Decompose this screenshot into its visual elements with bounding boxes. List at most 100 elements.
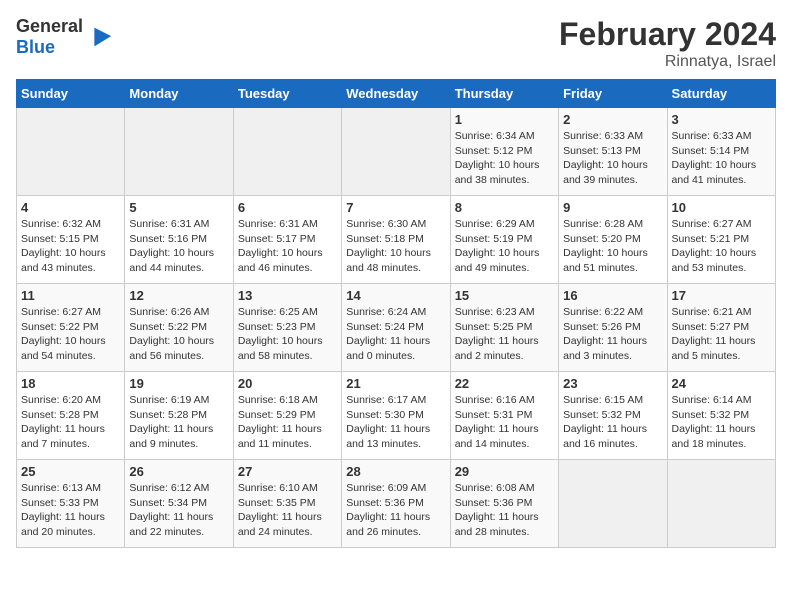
calendar-cell: 11 Sunrise: 6:27 AM Sunset: 5:22 PM Dayli…: [17, 284, 125, 372]
day-info: Sunrise: 6:17 AM Sunset: 5:30 PM Dayligh…: [346, 393, 445, 452]
calendar-cell: 15 Sunrise: 6:23 AM Sunset: 5:25 PM Dayli…: [450, 284, 558, 372]
calendar-cell: 3 Sunrise: 6:33 AM Sunset: 5:14 PM Daylig…: [667, 108, 775, 196]
calendar-cell: 4Sunrise: 6:32 AM Sunset: 5:15 PM Daylig…: [17, 196, 125, 284]
calendar-cell: [233, 108, 341, 196]
day-number: 15: [455, 288, 554, 303]
calendar-cell: 24Sunrise: 6:14 AM Sunset: 5:32 PM Dayli…: [667, 372, 775, 460]
day-number: 25: [21, 464, 120, 479]
month-title: February 2024: [559, 16, 776, 53]
day-number: 10: [672, 200, 771, 215]
day-number: 12: [129, 288, 228, 303]
day-number: 11: [21, 288, 120, 303]
day-info: Sunrise: 6:18 AM Sunset: 5:29 PM Dayligh…: [238, 393, 337, 452]
day-info: Sunrise: 6:21 AM Sunset: 5:27 PM Dayligh…: [672, 305, 771, 364]
logo-general: General: [16, 16, 83, 36]
header-cell-saturday: Saturday: [667, 80, 775, 108]
day-number: 20: [238, 376, 337, 391]
day-number: 29: [455, 464, 554, 479]
day-info: Sunrise: 6:22 AM Sunset: 5:26 PM Dayligh…: [563, 305, 662, 364]
day-info: Sunrise: 6:23 AM Sunset: 5:25 PM Dayligh…: [455, 305, 554, 364]
calendar-cell: 18 Sunrise: 6:20 AM Sunset: 5:28 PM Dayli…: [17, 372, 125, 460]
page-header: General Blue February 2024 Rinnatya, Isr…: [16, 16, 776, 71]
day-number: 17: [672, 288, 771, 303]
day-info: Sunrise: 6:34 AM Sunset: 5:12 PM Dayligh…: [455, 129, 554, 188]
day-info: Sunrise: 6:09 AM Sunset: 5:36 PM Dayligh…: [346, 481, 445, 540]
day-info: Sunrise: 6:27 AM Sunset: 5:21 PM Dayligh…: [672, 217, 771, 276]
day-number: 9: [563, 200, 662, 215]
day-number: 27: [238, 464, 337, 479]
week-row-5: 25 Sunrise: 6:13 AM Sunset: 5:33 PM Dayli…: [17, 460, 776, 548]
day-number: 5: [129, 200, 228, 215]
day-number: 3: [672, 112, 771, 127]
day-info: Sunrise: 6:08 AM Sunset: 5:36 PM Dayligh…: [455, 481, 554, 540]
location: Rinnatya, Israel: [559, 53, 776, 71]
day-info: Sunrise: 6:31 AM Sunset: 5:16 PM Dayligh…: [129, 217, 228, 276]
day-number: 28: [346, 464, 445, 479]
header-cell-thursday: Thursday: [450, 80, 558, 108]
day-number: 18: [21, 376, 120, 391]
calendar-cell: 23 Sunrise: 6:15 AM Sunset: 5:32 PM Dayli…: [559, 372, 667, 460]
day-info: Sunrise: 6:20 AM Sunset: 5:28 PM Dayligh…: [21, 393, 120, 452]
calendar-cell: [17, 108, 125, 196]
calendar-cell: 26Sunrise: 6:12 AM Sunset: 5:34 PM Dayli…: [125, 460, 233, 548]
header-cell-sunday: Sunday: [17, 80, 125, 108]
day-info: Sunrise: 6:28 AM Sunset: 5:20 PM Dayligh…: [563, 217, 662, 276]
header-cell-monday: Monday: [125, 80, 233, 108]
calendar-cell: 25 Sunrise: 6:13 AM Sunset: 5:33 PM Dayli…: [17, 460, 125, 548]
calendar-cell: 16 Sunrise: 6:22 AM Sunset: 5:26 PM Dayli…: [559, 284, 667, 372]
calendar-header: SundayMondayTuesdayWednesdayThursdayFrid…: [17, 80, 776, 108]
day-info: Sunrise: 6:26 AM Sunset: 5:22 PM Dayligh…: [129, 305, 228, 364]
calendar-cell: 20 Sunrise: 6:18 AM Sunset: 5:29 PM Dayli…: [233, 372, 341, 460]
day-number: 8: [455, 200, 554, 215]
day-info: Sunrise: 6:27 AM Sunset: 5:22 PM Dayligh…: [21, 305, 120, 364]
day-info: Sunrise: 6:32 AM Sunset: 5:15 PM Dayligh…: [21, 217, 120, 276]
day-number: 14: [346, 288, 445, 303]
week-row-1: 1 Sunrise: 6:34 AM Sunset: 5:12 PM Daylig…: [17, 108, 776, 196]
day-number: 23: [563, 376, 662, 391]
calendar-cell: [559, 460, 667, 548]
header-row: SundayMondayTuesdayWednesdayThursdayFrid…: [17, 80, 776, 108]
day-info: Sunrise: 6:33 AM Sunset: 5:14 PM Dayligh…: [672, 129, 771, 188]
calendar-body: 1 Sunrise: 6:34 AM Sunset: 5:12 PM Daylig…: [17, 108, 776, 548]
title-section: February 2024 Rinnatya, Israel: [559, 16, 776, 71]
header-cell-wednesday: Wednesday: [342, 80, 450, 108]
day-info: Sunrise: 6:30 AM Sunset: 5:18 PM Dayligh…: [346, 217, 445, 276]
calendar-cell: [667, 460, 775, 548]
calendar-cell: 2Sunrise: 6:33 AM Sunset: 5:13 PM Daylig…: [559, 108, 667, 196]
calendar-cell: 13 Sunrise: 6:25 AM Sunset: 5:23 PM Dayli…: [233, 284, 341, 372]
calendar-cell: [342, 108, 450, 196]
calendar-cell: 21 Sunrise: 6:17 AM Sunset: 5:30 PM Dayli…: [342, 372, 450, 460]
calendar-cell: 29 Sunrise: 6:08 AM Sunset: 5:36 PM Dayli…: [450, 460, 558, 548]
day-info: Sunrise: 6:16 AM Sunset: 5:31 PM Dayligh…: [455, 393, 554, 452]
day-info: Sunrise: 6:24 AM Sunset: 5:24 PM Dayligh…: [346, 305, 445, 364]
day-info: Sunrise: 6:13 AM Sunset: 5:33 PM Dayligh…: [21, 481, 120, 540]
day-info: Sunrise: 6:25 AM Sunset: 5:23 PM Dayligh…: [238, 305, 337, 364]
day-number: 21: [346, 376, 445, 391]
day-number: 16: [563, 288, 662, 303]
day-number: 6: [238, 200, 337, 215]
calendar-cell: 28 Sunrise: 6:09 AM Sunset: 5:36 PM Dayli…: [342, 460, 450, 548]
calendar-cell: 19Sunrise: 6:19 AM Sunset: 5:28 PM Dayli…: [125, 372, 233, 460]
day-number: 22: [455, 376, 554, 391]
calendar-cell: 17 Sunrise: 6:21 AM Sunset: 5:27 PM Dayli…: [667, 284, 775, 372]
calendar-cell: 5 Sunrise: 6:31 AM Sunset: 5:16 PM Daylig…: [125, 196, 233, 284]
calendar-table: SundayMondayTuesdayWednesdayThursdayFrid…: [16, 79, 776, 548]
logo-icon: [85, 23, 113, 51]
day-info: Sunrise: 6:29 AM Sunset: 5:19 PM Dayligh…: [455, 217, 554, 276]
calendar-cell: 1 Sunrise: 6:34 AM Sunset: 5:12 PM Daylig…: [450, 108, 558, 196]
calendar-cell: 6Sunrise: 6:31 AM Sunset: 5:17 PM Daylig…: [233, 196, 341, 284]
logo: General Blue: [16, 16, 113, 58]
logo-text: General Blue: [16, 16, 83, 58]
calendar-cell: 27Sunrise: 6:10 AM Sunset: 5:35 PM Dayli…: [233, 460, 341, 548]
logo-blue: Blue: [16, 37, 55, 57]
calendar-cell: 12 Sunrise: 6:26 AM Sunset: 5:22 PM Dayli…: [125, 284, 233, 372]
calendar-cell: 7Sunrise: 6:30 AM Sunset: 5:18 PM Daylig…: [342, 196, 450, 284]
day-info: Sunrise: 6:19 AM Sunset: 5:28 PM Dayligh…: [129, 393, 228, 452]
day-info: Sunrise: 6:33 AM Sunset: 5:13 PM Dayligh…: [563, 129, 662, 188]
day-info: Sunrise: 6:12 AM Sunset: 5:34 PM Dayligh…: [129, 481, 228, 540]
header-cell-friday: Friday: [559, 80, 667, 108]
day-number: 24: [672, 376, 771, 391]
day-info: Sunrise: 6:15 AM Sunset: 5:32 PM Dayligh…: [563, 393, 662, 452]
day-number: 1: [455, 112, 554, 127]
day-number: 13: [238, 288, 337, 303]
